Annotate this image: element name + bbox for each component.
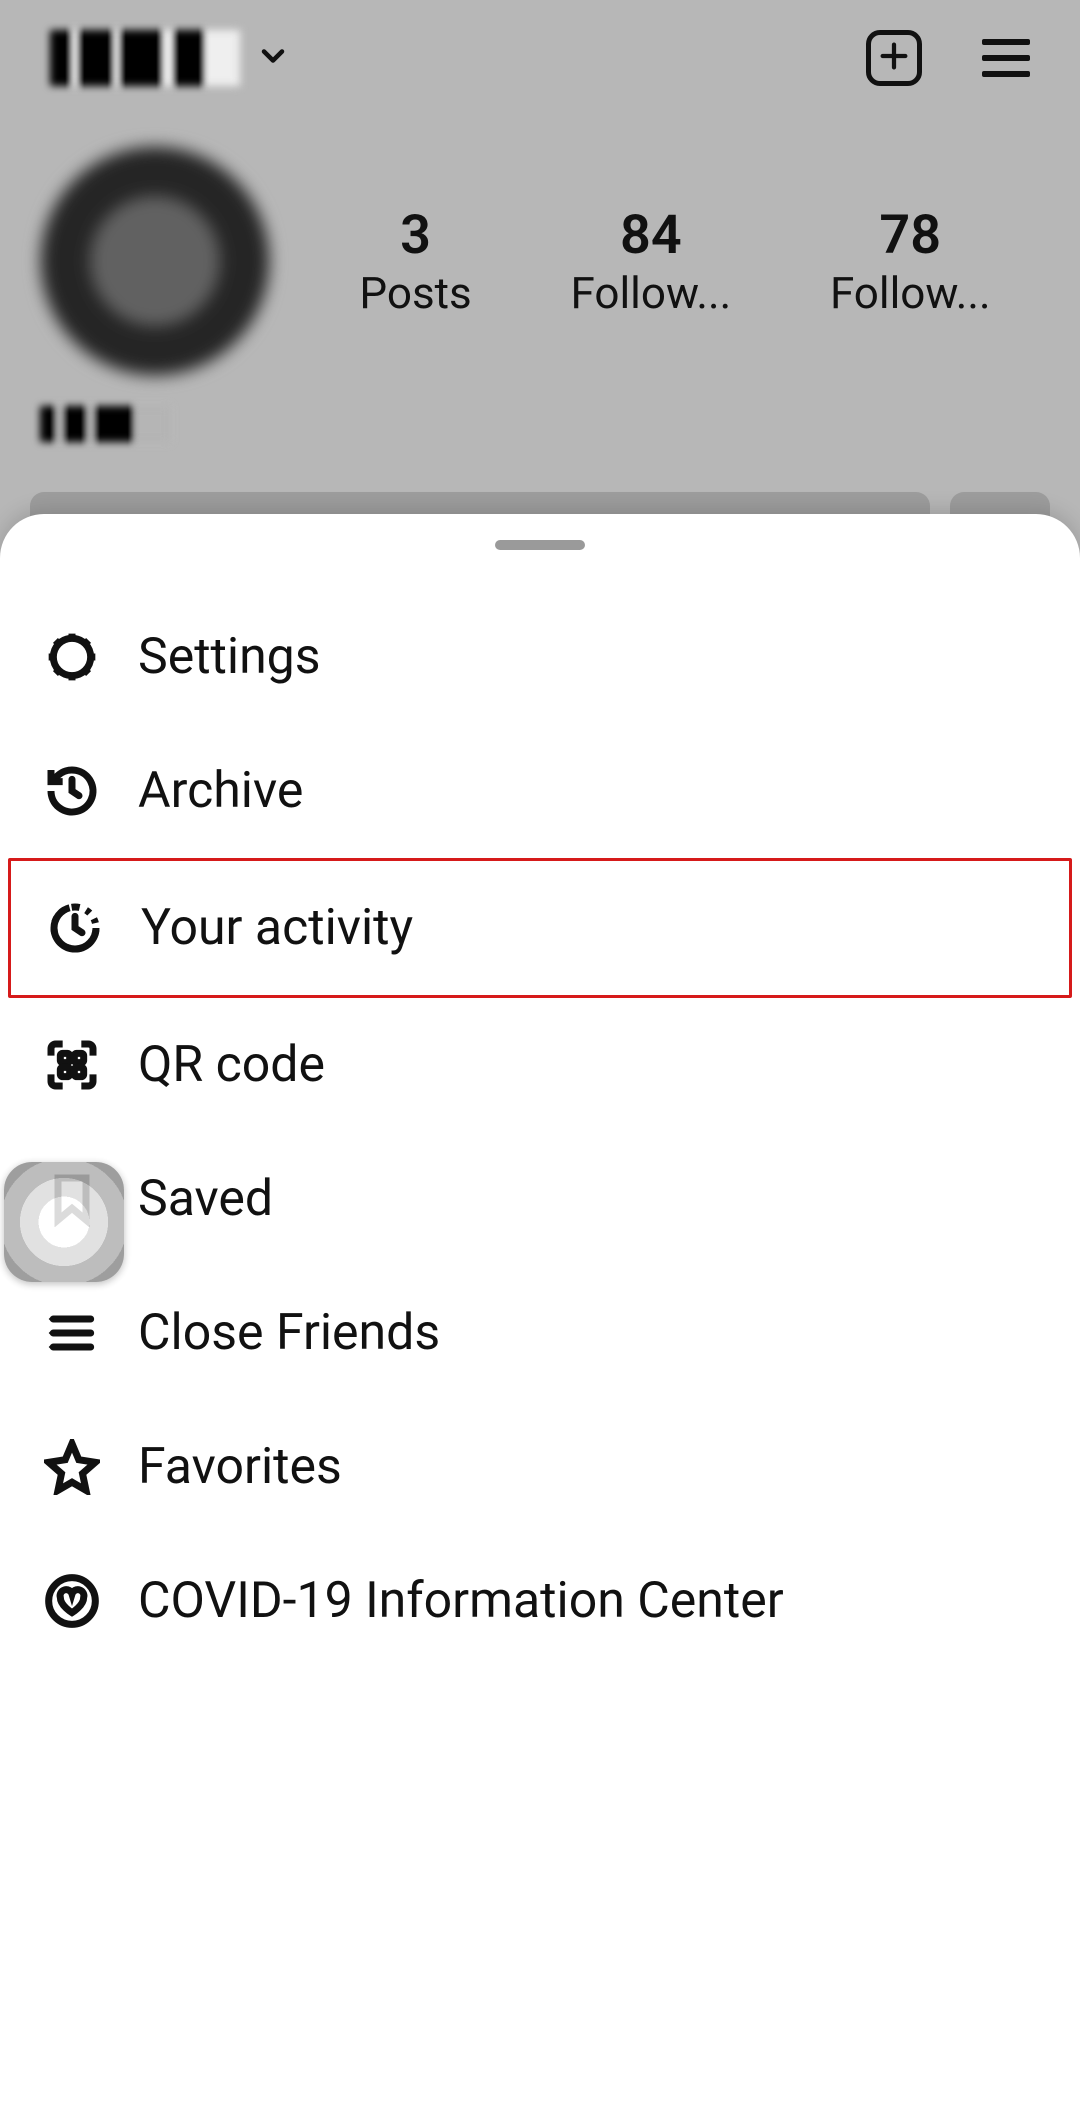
avatar[interactable] (40, 146, 270, 376)
menu-button[interactable] (982, 39, 1030, 77)
menu-label: Settings (138, 628, 321, 686)
menu-item-covid[interactable]: COVID-19 Information Center (0, 1534, 1080, 1668)
username-switcher[interactable] (50, 30, 291, 86)
qr-code-icon (44, 1037, 100, 1093)
stat-following-label: Follow... (830, 267, 991, 319)
assistive-touch-button[interactable] (4, 1162, 124, 1282)
menu-item-close-friends[interactable]: Close Friends (0, 1266, 1080, 1400)
menu-label: Archive (138, 762, 303, 820)
stat-posts-count: 3 (359, 204, 471, 267)
profile-header: 3 Posts 84 Follow... 78 Follow... (0, 96, 1080, 386)
menu-item-saved[interactable]: Saved (0, 1132, 1080, 1266)
stat-following-count: 78 (830, 204, 991, 267)
menu-item-archive[interactable]: Archive (0, 724, 1080, 858)
display-name (40, 406, 170, 442)
sheet-grabber[interactable] (495, 540, 585, 550)
bottom-sheet: Settings Archive Your activity QR code S… (0, 514, 1080, 2114)
menu-item-your-activity[interactable]: Your activity (8, 858, 1072, 998)
menu-label: Close Friends (138, 1304, 440, 1362)
menu-label: Your activity (141, 899, 413, 957)
username-text (50, 30, 240, 86)
stat-posts[interactable]: 3 Posts (359, 204, 471, 319)
stat-followers[interactable]: 84 Follow... (571, 204, 732, 319)
star-icon (44, 1439, 100, 1495)
stat-following[interactable]: 78 Follow... (830, 204, 991, 319)
menu-label: Favorites (138, 1438, 342, 1496)
close-friends-icon (44, 1305, 100, 1361)
stat-followers-count: 84 (571, 204, 732, 267)
chevron-down-icon (255, 38, 291, 78)
menu-item-qr-code[interactable]: QR code (0, 998, 1080, 1132)
heart-circle-icon (44, 1573, 100, 1629)
top-bar (0, 0, 1080, 96)
menu-label: COVID-19 Information Center (138, 1572, 784, 1630)
plus-icon (877, 39, 911, 77)
archive-icon (44, 763, 100, 819)
stat-posts-label: Posts (359, 267, 471, 319)
menu-label: QR code (138, 1036, 325, 1094)
create-button[interactable] (866, 30, 922, 86)
menu-label: Saved (138, 1170, 273, 1228)
menu-item-settings[interactable]: Settings (0, 590, 1080, 724)
activity-icon (47, 900, 103, 956)
gear-icon (44, 629, 100, 685)
stat-followers-label: Follow... (571, 267, 732, 319)
menu-item-favorites[interactable]: Favorites (0, 1400, 1080, 1534)
